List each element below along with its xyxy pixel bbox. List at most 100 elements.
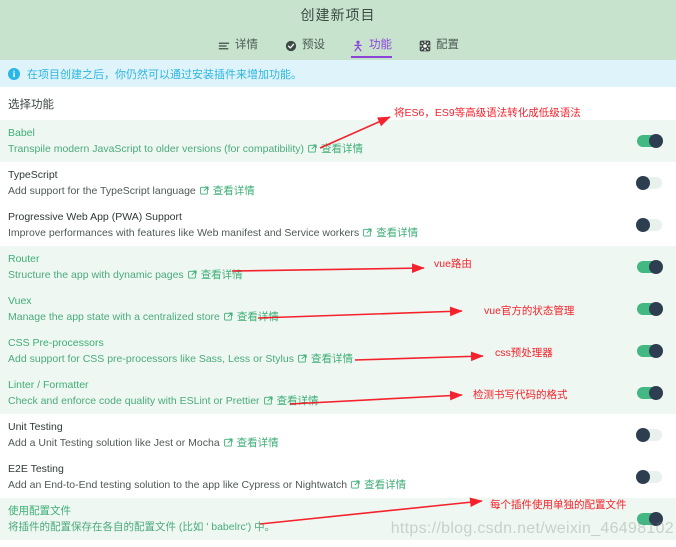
external-link-icon <box>351 480 360 489</box>
info-banner: i 在项目创建之后，你仍然可以通过安装插件来增加功能。 <box>0 60 676 87</box>
feature-title: Router <box>8 252 40 265</box>
toggle-knob <box>649 134 663 148</box>
tab-label: 配置 <box>436 38 459 51</box>
watermark: https://blog.csdn.net/weixin_46498102 <box>390 520 674 537</box>
feature-toggle[interactable] <box>637 386 663 400</box>
view-details-link[interactable]: 查看详情 <box>187 268 243 282</box>
view-details-label: 查看详情 <box>321 142 364 155</box>
feature-toggle[interactable] <box>636 176 662 190</box>
feature-description-line: Structure the app with dynamic pages 查看详情 <box>8 268 243 282</box>
view-details-label: 查看详情 <box>236 310 279 323</box>
view-details-link[interactable]: 查看详情 <box>351 478 406 492</box>
feature-row[interactable]: Progressive Web App (PWA) Support Improve… <box>0 204 676 246</box>
feature-row[interactable]: Router Structure the app with dynamic pag… <box>0 246 676 288</box>
feature-row[interactable]: E2E Testing Add an End-to-End testing sol… <box>0 456 676 498</box>
view-details-label: 查看详情 <box>310 352 353 365</box>
feature-row[interactable]: Babel Transpile modern JavaScript to olde… <box>0 120 676 162</box>
feature-description: Check and enforce code quality with ESLi… <box>8 394 260 407</box>
feature-row[interactable]: TypeScript Add support for the TypeScript… <box>0 162 676 204</box>
gear-square-icon <box>418 39 431 52</box>
create-project-dialog: 创建新项目 详情 预设 功能 配置 i 在项目创建之后，你仍然可以通过安装插件来增加功… <box>0 0 676 547</box>
toggle-knob <box>649 344 663 358</box>
external-link-icon <box>223 438 233 447</box>
feature-description-line: Add support for the TypeScript language 查… <box>8 184 255 198</box>
external-link-icon <box>298 354 307 363</box>
dialog-header: 创建新项目 详情 预设 功能 配置 <box>0 0 676 60</box>
feature-description-line: Add an End-to-End testing solution to th… <box>8 478 406 492</box>
feature-description: Transpile modern JavaScript to older ver… <box>8 142 305 155</box>
feature-row[interactable]: Unit Testing Add a Unit Testing solution … <box>0 414 676 456</box>
feature-row[interactable]: Vuex Manage the app state with a centrali… <box>0 288 676 330</box>
view-details-label: 查看详情 <box>276 394 319 407</box>
feature-title: Unit Testing <box>8 420 63 433</box>
page-title: 创建新项目 <box>300 7 376 23</box>
feature-text-block: E2E Testing Add an End-to-End testing sol… <box>8 463 406 492</box>
feature-title: 使用配置文件 <box>8 504 71 517</box>
view-details-label: 查看详情 <box>364 478 407 491</box>
feature-toggle[interactable] <box>637 260 663 274</box>
feature-description: Manage the app state with a centralized … <box>8 310 220 323</box>
view-details-link[interactable]: 查看详情 <box>199 184 255 198</box>
tab-3[interactable]: 功能 <box>351 39 392 58</box>
feature-description: Improve performances with features like … <box>8 226 360 239</box>
tab-label: 预设 <box>302 38 325 51</box>
view-details-link[interactable]: 查看详情 <box>298 352 353 366</box>
feature-title: Linter / Formatter <box>8 378 89 391</box>
view-details-link[interactable]: 查看详情 <box>224 310 279 324</box>
feature-toggle[interactable] <box>637 302 663 316</box>
feature-title: Progressive Web App (PWA) Support <box>8 210 182 223</box>
view-details-link[interactable]: 查看详情 <box>263 394 319 408</box>
view-details-label: 查看详情 <box>212 184 255 197</box>
feature-description-line: 将插件的配置保存在各自的配置文件 (比如 ' babelrc') 中。 <box>8 520 275 534</box>
tab-2[interactable]: 预设 <box>284 39 325 58</box>
external-link-icon <box>263 396 273 405</box>
annotation-text: css预处理器 <box>495 347 553 359</box>
external-link-icon <box>308 144 317 153</box>
annotation-text: vue官方的状态管理 <box>484 305 575 317</box>
view-details-link[interactable]: 查看详情 <box>308 142 363 156</box>
feature-text-block: Progressive Web App (PWA) Support Improve… <box>8 211 418 240</box>
feature-toggle[interactable] <box>636 428 662 442</box>
feature-toggle[interactable] <box>637 344 663 358</box>
feature-description-line: Check and enforce code quality with ESLi… <box>8 394 319 408</box>
feature-description-line: Add support for CSS pre-processors like … <box>8 352 353 366</box>
feature-toggle[interactable] <box>636 218 662 232</box>
feature-title: Babel <box>8 126 35 139</box>
check-circle-icon <box>284 39 297 52</box>
info-icon: i <box>8 67 20 80</box>
view-details-label: 查看详情 <box>236 436 279 449</box>
tab-label: 详情 <box>235 38 258 51</box>
feature-description: 将插件的配置保存在各自的配置文件 (比如 ' babelrc') 中。 <box>8 520 276 533</box>
external-link-icon <box>224 312 233 321</box>
feature-title: E2E Testing <box>8 462 64 475</box>
feature-text-block: Unit Testing Add a Unit Testing solution … <box>8 421 279 450</box>
external-link-icon <box>363 228 372 237</box>
annotation-text: vue路由 <box>434 258 472 270</box>
toggle-knob <box>649 386 663 400</box>
feature-row[interactable]: CSS Pre-processors Add support for CSS pr… <box>0 330 676 372</box>
tab-4[interactable]: 配置 <box>418 39 459 58</box>
tab-1[interactable]: 详情 <box>217 39 258 58</box>
feature-description-line: Improve performances with features like … <box>8 226 418 240</box>
toggle-knob <box>636 470 650 484</box>
person-icon <box>351 39 364 52</box>
feature-description-line: Add a Unit Testing solution like Jest or… <box>8 436 279 450</box>
feature-row[interactable]: Linter / Formatter Check and enforce code… <box>0 372 676 414</box>
feature-toggle[interactable] <box>636 470 662 484</box>
feature-description-line: Manage the app state with a centralized … <box>8 310 279 324</box>
toggle-knob <box>649 260 663 274</box>
toggle-knob <box>636 428 650 442</box>
feature-text-block: CSS Pre-processors Add support for CSS pr… <box>8 337 353 366</box>
feature-text-block: Router Structure the app with dynamic pag… <box>8 253 243 282</box>
toggle-knob <box>636 218 650 232</box>
feature-title: CSS Pre-processors <box>8 336 104 349</box>
feature-list: Babel Transpile modern JavaScript to olde… <box>0 120 676 540</box>
feature-toggle[interactable] <box>637 134 663 148</box>
feature-description-line: Transpile modern JavaScript to older ver… <box>8 142 363 156</box>
lines-icon <box>217 39 230 52</box>
feature-text-block: TypeScript Add support for the TypeScript… <box>8 169 255 198</box>
view-details-link[interactable]: 查看详情 <box>223 436 279 450</box>
view-details-label: 查看详情 <box>200 268 243 281</box>
info-banner-text: 在项目创建之后，你仍然可以通过安装插件来增加功能。 <box>27 68 302 81</box>
view-details-link[interactable]: 查看详情 <box>363 226 418 240</box>
